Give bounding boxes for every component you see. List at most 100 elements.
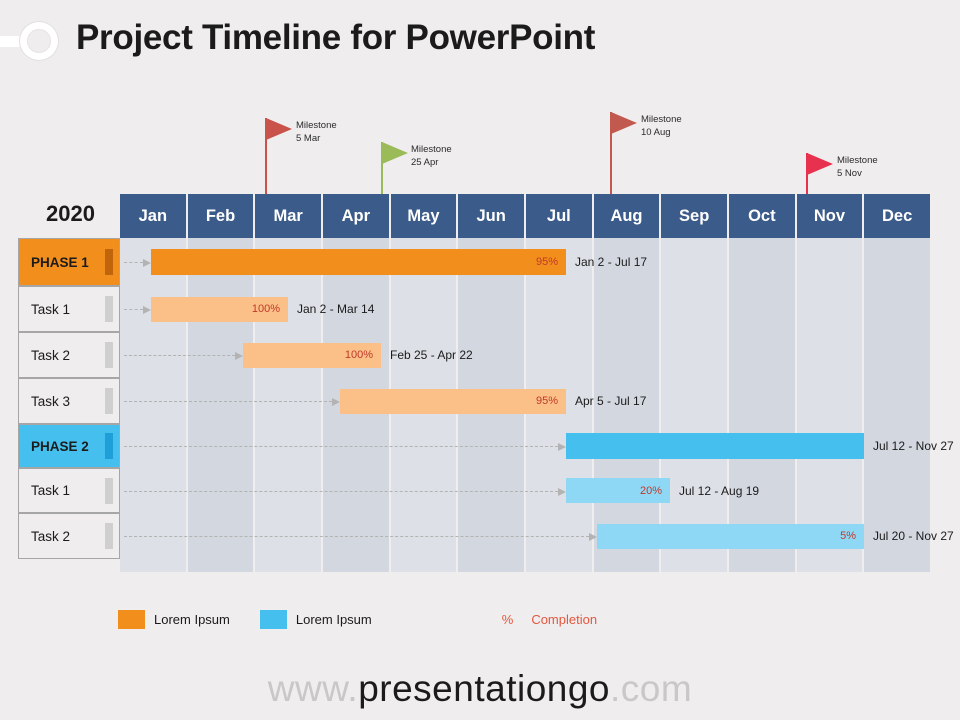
magnifier-ring [20, 22, 58, 60]
task-label-cell-1[interactable]: PHASE 1 [18, 238, 120, 286]
gantt-bar-completion: 20% [639, 484, 662, 497]
task-connector-5 [124, 443, 566, 451]
gantt-bar-daterange-3: Feb 25 - Apr 22 [390, 348, 473, 362]
task-status-chip [105, 342, 113, 368]
month-column-dec [864, 238, 932, 572]
footer-suffix: .com [610, 668, 693, 709]
legend: Lorem Ipsum Lorem Ipsum % Completion [118, 610, 597, 629]
task-label-cell-7[interactable]: Task 2 [18, 513, 120, 559]
gantt-bar-1[interactable]: 95% [151, 249, 566, 275]
task-label-cell-3[interactable]: Task 2 [18, 332, 120, 378]
legend-label-1: Lorem Ipsum [154, 612, 230, 627]
milestone-name: Milestone [641, 114, 682, 125]
month-header-label: Oct [748, 206, 776, 225]
month-header-apr[interactable]: Apr [323, 194, 391, 238]
task-label-text: PHASE 1 [31, 254, 89, 270]
milestone-label-1: Milestone 5 Mar [296, 119, 337, 145]
gantt-bar-daterange-7: Jul 20 - Nov 27 [873, 529, 954, 543]
task-status-chip [105, 249, 113, 275]
month-header-jan[interactable]: Jan [120, 194, 188, 238]
gantt-bar-daterange-5: Jul 12 - Nov 27 [873, 439, 954, 453]
task-label-cell-4[interactable]: Task 3 [18, 378, 120, 424]
milestone-flag-icon [611, 112, 637, 134]
month-column-nov [796, 238, 865, 572]
month-header-label: Feb [205, 206, 236, 225]
gantt-bar-daterange-4: Apr 5 - Jul 17 [575, 394, 647, 408]
footer-prefix: www. [267, 668, 359, 709]
task-status-chip [105, 523, 113, 549]
milestone-date: 5 Nov [837, 168, 862, 179]
month-header-label: Mar [273, 206, 303, 225]
page-title: Project Timeline for PowerPoint [76, 18, 596, 57]
month-header-label: Nov [813, 206, 846, 225]
footer-brand: presentationgo [358, 668, 611, 709]
month-header-label: May [407, 206, 440, 225]
milestone-label-2: Milestone 25 Apr [411, 143, 452, 169]
month-header-feb[interactable]: Feb [187, 194, 256, 238]
month-header-label: Jan [138, 206, 168, 225]
gantt-bar-daterange-6: Jul 12 - Aug 19 [679, 483, 760, 498]
gantt-bar-3[interactable]: 100% [243, 342, 381, 368]
task-connector-2 [124, 306, 151, 314]
month-header-label: Aug [610, 206, 643, 225]
task-status-chip [105, 433, 113, 459]
legend-swatch-orange [118, 610, 145, 629]
milestone-name: Milestone [411, 144, 452, 155]
magnifier-ring-icon [0, 16, 64, 68]
gantt-bar-7[interactable]: 5% [597, 523, 864, 549]
month-column-sep [661, 238, 729, 572]
month-header-sep[interactable]: Sep [661, 194, 729, 238]
task-label-text: Task 3 [31, 393, 71, 409]
milestone-flag-icon [266, 118, 292, 140]
milestone-flag-icon [382, 142, 408, 164]
month-header-aug[interactable]: Aug [593, 194, 662, 238]
task-connector-1 [124, 259, 151, 267]
milestone-label-3: Milestone 10 Aug [641, 113, 682, 139]
gantt-bar-2[interactable]: 100% [151, 296, 288, 322]
task-label-text: PHASE 2 [31, 438, 89, 454]
task-connector-6 [124, 487, 566, 496]
month-column-oct [729, 238, 797, 572]
gantt-bar-completion: 100% [251, 303, 280, 315]
task-label-text: Task 1 [31, 483, 71, 498]
month-header-may[interactable]: May [390, 194, 459, 238]
milestone-name: Milestone [837, 155, 878, 166]
task-label-text: Task 1 [31, 301, 71, 317]
milestone-date: 5 Mar [296, 133, 321, 144]
month-header-oct[interactable]: Oct [729, 194, 797, 238]
task-label-cell-6[interactable]: Task 1 [18, 468, 120, 513]
footer-watermark: www.presentationgo.com [0, 668, 960, 710]
gantt-bar-4[interactable]: 95% [340, 388, 566, 414]
year-label: 2020 [46, 201, 95, 226]
legend-completion-label: Completion [531, 612, 598, 627]
gantt-bar-completion: 95% [535, 256, 558, 268]
legend-label-2: Lorem Ipsum [295, 612, 372, 627]
task-connector-3 [124, 352, 243, 360]
month-header-nov[interactable]: Nov [796, 194, 865, 238]
milestone-label-4: Milestone 5 Nov [837, 154, 878, 180]
month-column-feb [187, 238, 256, 572]
month-column-jan [120, 238, 188, 572]
task-connector-4 [124, 398, 340, 406]
gantt-bar-6[interactable]: 20% [566, 478, 670, 503]
gantt-bar-completion: 95% [535, 395, 558, 407]
gantt-bar-5[interactable] [566, 433, 864, 459]
task-status-chip [105, 477, 113, 504]
month-header-mar[interactable]: Mar [255, 194, 323, 238]
month-header-label: Sep [679, 206, 710, 225]
task-status-chip [105, 388, 113, 414]
task-label-cell-5[interactable]: PHASE 2 [18, 424, 120, 468]
month-header-jul[interactable]: Jul [526, 194, 594, 238]
legend-swatch-blue [259, 610, 287, 629]
task-label-cell-2[interactable]: Task 1 [18, 286, 120, 332]
milestone-flag-icon [807, 153, 833, 175]
legend-percent-symbol: % [501, 612, 514, 627]
month-header-label: Dec [882, 206, 913, 225]
month-header-dec[interactable]: Dec [864, 194, 932, 238]
task-status-chip [105, 296, 113, 322]
month-header-label: Jul [546, 206, 571, 225]
month-header-jun[interactable]: Jun [458, 194, 526, 238]
gantt-bar-completion: 5% [840, 530, 856, 542]
slide-canvas: Project Timeline for PowerPoint Mileston… [0, 0, 960, 720]
gantt-bar-daterange-1: Jan 2 - Jul 17 [575, 255, 648, 269]
